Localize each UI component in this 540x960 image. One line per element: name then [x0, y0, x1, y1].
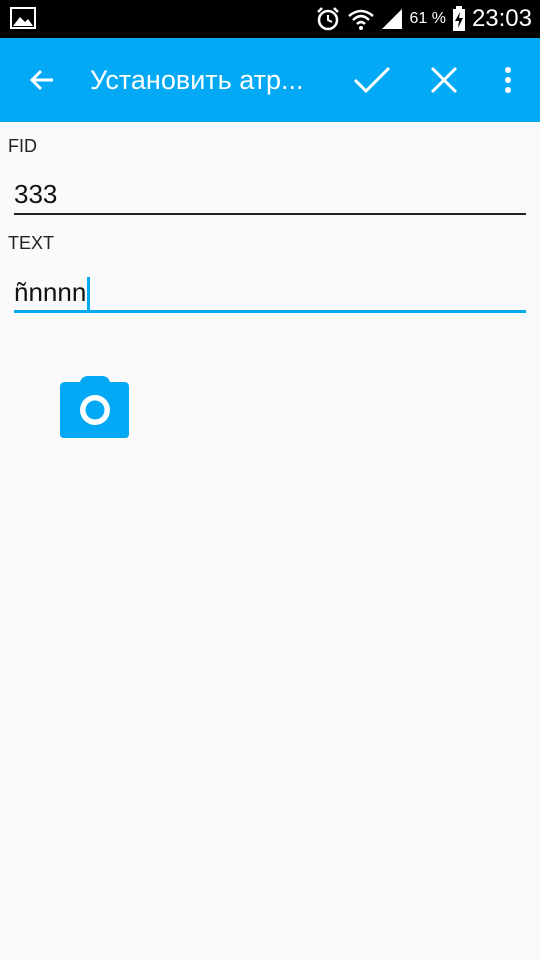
- clock: 23:03: [471, 5, 532, 32]
- fid-label: FID: [8, 136, 37, 156]
- action-bar: Установить атр...: [0, 38, 540, 122]
- cancel-button[interactable]: [416, 38, 472, 122]
- status-bar: 61 % 23:03: [0, 0, 540, 38]
- page-title: Установить атр...: [90, 65, 304, 95]
- camera-button[interactable]: [60, 376, 130, 438]
- text-cursor: [87, 277, 91, 312]
- fid-underline: [14, 213, 526, 215]
- close-icon: [430, 66, 458, 94]
- confirm-button[interactable]: [344, 38, 400, 122]
- back-arrow-icon: [29, 69, 53, 91]
- text-input-value: ñnnnn: [14, 277, 87, 307]
- fid-input[interactable]: 333: [14, 174, 526, 214]
- status-icons: 61 % 23:03: [309, 0, 532, 38]
- more-vert-icon: [505, 67, 511, 93]
- text-input[interactable]: ñnnnn: [14, 272, 526, 312]
- wifi-icon: [348, 9, 375, 30]
- check-icon: [353, 66, 391, 94]
- text-underline: [14, 310, 526, 313]
- more-options-button[interactable]: [486, 38, 530, 122]
- battery-percent: 61 %: [409, 10, 446, 27]
- back-button[interactable]: [14, 38, 70, 122]
- text-label: TEXT: [8, 233, 55, 253]
- image-notification-icon: [10, 7, 36, 29]
- battery-charging-icon: [452, 6, 465, 31]
- alarm-icon: [317, 7, 340, 31]
- signal-icon: [382, 9, 403, 29]
- camera-icon: [60, 376, 129, 438]
